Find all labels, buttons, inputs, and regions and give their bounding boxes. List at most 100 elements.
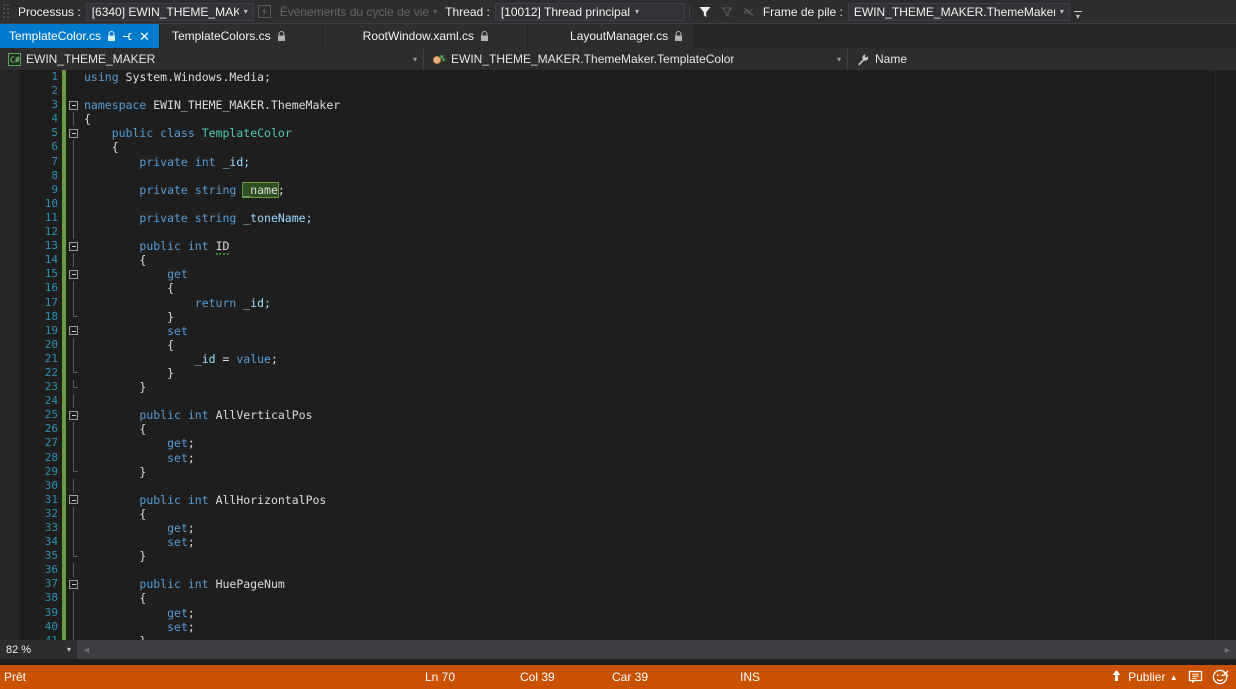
- code-line[interactable]: 2: [20, 84, 1215, 99]
- type-dropdown[interactable]: EWIN_THEME_MAKER.ThemeMaker.TemplateColo…: [424, 48, 848, 70]
- publish-button[interactable]: Publier ▴: [1103, 669, 1184, 685]
- code-line[interactable]: 8: [20, 168, 1215, 183]
- code-line[interactable]: 3 namespace EWIN_THEME_MAKER.ThemeMaker: [20, 98, 1215, 113]
- code-line[interactable]: 15 get: [20, 267, 1215, 282]
- code-line[interactable]: 39 get;: [20, 605, 1215, 620]
- code-line[interactable]: 27 get;: [20, 436, 1215, 451]
- code-line[interactable]: 34 set;: [20, 535, 1215, 550]
- line-number: 37: [44, 577, 58, 591]
- code-line[interactable]: 9 private string _name;: [20, 181, 1215, 198]
- close-icon[interactable]: ✕: [139, 30, 150, 43]
- notifications-icon[interactable]: [1184, 670, 1208, 684]
- pin-icon[interactable]: [122, 31, 133, 42]
- code-line[interactable]: 17 return _id;: [20, 295, 1215, 310]
- member-dropdown[interactable]: Name: [848, 48, 1236, 70]
- collapse-minus-icon[interactable]: [69, 410, 78, 420]
- process-dropdown[interactable]: [6340] EWIN_THEME_MAKER.vsho ▾: [85, 2, 254, 21]
- zoom-level-dropdown[interactable]: 82 % ▾: [0, 640, 78, 659]
- tab-label: RootWindow.xaml.cs: [362, 29, 475, 43]
- code-line[interactable]: 12: [20, 225, 1215, 240]
- fold-margin-cell[interactable]: [66, 239, 84, 253]
- code-line[interactable]: 26 {: [20, 422, 1215, 437]
- code-line[interactable]: 18 }: [20, 309, 1215, 324]
- code-text: public int AllHorizontalPos: [84, 493, 1215, 507]
- code-line[interactable]: 37 public int HuePageNum: [20, 577, 1215, 592]
- scroll-left-arrow-icon[interactable]: ◄: [78, 640, 95, 659]
- code-line[interactable]: 4{: [20, 112, 1215, 127]
- code-line[interactable]: 1 using System.Windows.Media;: [20, 70, 1215, 85]
- fold-margin-cell[interactable]: [66, 267, 84, 281]
- code-line[interactable]: 6 {: [20, 140, 1215, 155]
- fold-margin-cell: [66, 464, 84, 479]
- fold-margin-cell[interactable]: [66, 324, 84, 338]
- fold-margin-cell: [66, 521, 84, 536]
- code-line[interactable]: 24: [20, 394, 1215, 409]
- stackframe-dropdown[interactable]: EWIN_THEME_MAKER.ThemeMaker.Temp ▾: [847, 2, 1070, 21]
- collapse-minus-icon[interactable]: [69, 495, 78, 505]
- code-line[interactable]: 30: [20, 478, 1215, 493]
- collapse-minus-icon[interactable]: [69, 100, 78, 110]
- tab-layout-manager[interactable]: LayoutManager.cs: [528, 24, 695, 48]
- code-line[interactable]: 38 {: [20, 591, 1215, 606]
- line-number: 29: [44, 464, 58, 478]
- collapse-minus-icon[interactable]: [69, 326, 78, 336]
- code-line[interactable]: 11 private string _toneName;: [20, 210, 1215, 226]
- code-token: private int: [139, 154, 216, 169]
- code-surface[interactable]: 1 using System.Windows.Media; 2 3 namespace …: [20, 70, 1215, 640]
- fold-end-tick: [73, 471, 78, 473]
- vertical-scrollbar[interactable]: [1215, 70, 1236, 640]
- fold-guide-line: [73, 436, 74, 451]
- fold-margin-cell[interactable]: [66, 126, 84, 140]
- thread-dropdown[interactable]: [10012] Thread principal ▾: [494, 2, 685, 21]
- project-dropdown[interactable]: C# EWIN_THEME_MAKER ▾: [0, 48, 424, 70]
- code-line[interactable]: 16 {: [20, 281, 1215, 296]
- code-line[interactable]: 13 public int ID: [20, 239, 1215, 256]
- code-line[interactable]: 20 {: [20, 337, 1215, 352]
- fold-margin-cell[interactable]: [66, 577, 84, 591]
- tab-template-color[interactable]: TemplateColor.cs ✕: [0, 24, 160, 48]
- breakpoint-margin[interactable]: [0, 70, 20, 640]
- tab-root-window-xaml[interactable]: RootWindow.xaml.cs: [322, 24, 529, 48]
- fold-margin-cell[interactable]: [66, 98, 84, 112]
- code-line[interactable]: 33 get;: [20, 521, 1215, 536]
- scroll-right-arrow-icon[interactable]: ►: [1219, 640, 1236, 659]
- thread-value: [10012] Thread principal: [500, 4, 631, 19]
- code-line[interactable]: 19 set: [20, 323, 1215, 338]
- toolbar-overflow-button[interactable]: ▾: [1070, 4, 1086, 20]
- code-line[interactable]: 22 }: [20, 365, 1215, 381]
- collapse-minus-icon[interactable]: [69, 241, 78, 251]
- collapse-minus-icon[interactable]: [69, 269, 78, 279]
- code-token: {: [84, 112, 91, 127]
- code-line[interactable]: 31 public int AllHorizontalPos: [20, 492, 1215, 507]
- funnel-filter-icon[interactable]: [694, 1, 716, 23]
- publish-label: Publier: [1128, 670, 1166, 684]
- collapse-minus-icon[interactable]: [69, 128, 78, 138]
- code-text: private string _toneName;: [84, 211, 1215, 225]
- fold-guide-line: [73, 394, 74, 409]
- code-line[interactable]: 25 public int AllVerticalPos: [20, 408, 1215, 423]
- toolbar-drag-grip[interactable]: [2, 2, 12, 21]
- fold-margin-cell: [66, 309, 84, 324]
- code-line[interactable]: 5 public class TemplateColor: [20, 126, 1215, 141]
- code-line[interactable]: 36: [20, 563, 1215, 578]
- code-line[interactable]: 23 }: [20, 380, 1215, 395]
- code-line[interactable]: 14 {: [20, 253, 1215, 268]
- code-line[interactable]: 28 set;: [20, 450, 1215, 465]
- code-line[interactable]: 10: [20, 196, 1215, 211]
- fold-guide-line: [73, 478, 74, 493]
- code-text: get;: [84, 436, 1215, 450]
- horizontal-scrollbar-track[interactable]: [95, 640, 1219, 659]
- code-editor[interactable]: 1 using System.Windows.Media; 2 3 namespace …: [0, 70, 1236, 640]
- code-line[interactable]: 35 }: [20, 549, 1215, 564]
- fold-margin-cell[interactable]: [66, 493, 84, 507]
- code-line[interactable]: 29 }: [20, 464, 1215, 479]
- fold-margin-cell[interactable]: [66, 408, 84, 422]
- tab-template-colors[interactable]: TemplateColors.cs: [159, 24, 323, 48]
- code-line[interactable]: 40 set;: [20, 619, 1215, 634]
- code-line[interactable]: 7 private int _id;: [20, 154, 1215, 169]
- code-line[interactable]: 21 _id = value;: [20, 351, 1215, 366]
- code-line[interactable]: 32 {: [20, 506, 1215, 521]
- collapse-minus-icon[interactable]: [69, 579, 78, 589]
- fold-margin-cell: [66, 253, 84, 268]
- send-feedback-icon[interactable]: [1208, 669, 1232, 685]
